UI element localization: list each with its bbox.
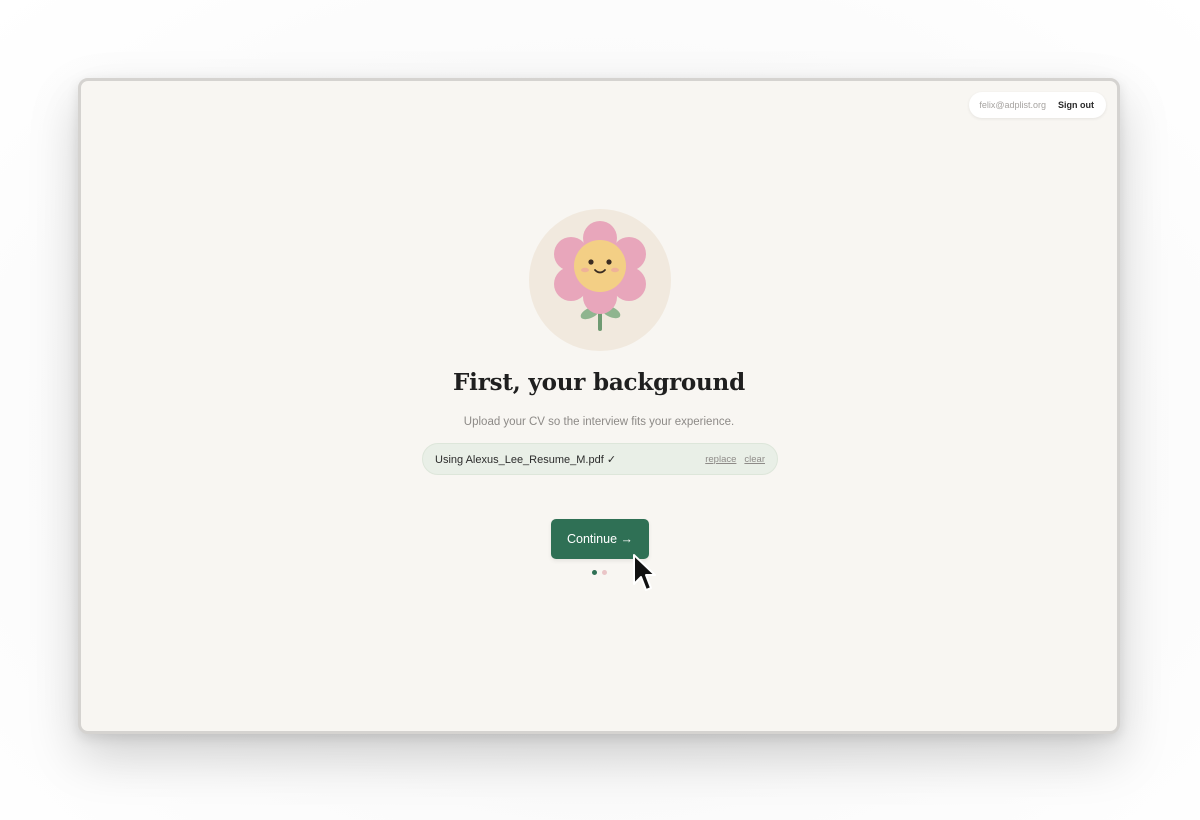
- uploaded-file-bar: Using Alexus_Lee_Resume_M.pdf ✓ replace …: [422, 443, 778, 475]
- account-email: felix@adplist.org: [979, 100, 1046, 110]
- clear-link[interactable]: clear: [744, 454, 765, 465]
- step-indicator: [592, 570, 607, 575]
- step-dot-active: [592, 570, 597, 575]
- continue-button[interactable]: Continue →: [551, 519, 649, 559]
- step-dot-inactive: [602, 570, 607, 575]
- screen: felix@adplist.org Sign out First, your b…: [0, 0, 1200, 820]
- flower-illustration: [529, 209, 671, 351]
- sign-out-button[interactable]: Sign out: [1058, 100, 1094, 110]
- file-status-text: Using Alexus_Lee_Resume_M.pdf ✓: [435, 453, 617, 466]
- page-title: First, your background: [453, 369, 745, 396]
- flower-smiley-icon: [554, 221, 646, 331]
- page-subtitle: Upload your CV so the interview fits you…: [463, 416, 735, 428]
- file-actions: replace clear: [705, 454, 765, 465]
- app-window: felix@adplist.org Sign out First, your b…: [78, 78, 1120, 734]
- replace-link[interactable]: replace: [705, 454, 736, 465]
- account-pill: felix@adplist.org Sign out: [969, 92, 1106, 118]
